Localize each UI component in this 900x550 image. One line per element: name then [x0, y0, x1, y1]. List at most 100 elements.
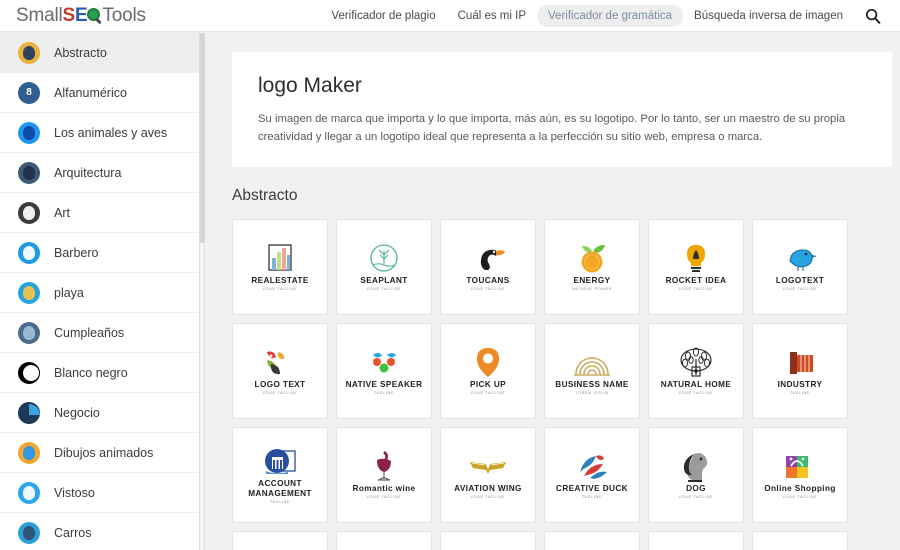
logo-tagline: YOUR TAGLINE	[782, 287, 818, 292]
map-pin-art	[466, 346, 510, 380]
art-icon	[18, 201, 40, 224]
sidebar-item-abstracto[interactable]: Abstracto	[0, 33, 199, 73]
logo-card[interactable]: PICK UP YOUR TAGLINE	[440, 322, 536, 419]
logo-card[interactable]	[648, 530, 744, 550]
sidebar-item-label: Abstracto	[54, 45, 107, 60]
logo-name: ENERGY	[573, 275, 611, 285]
logo-card[interactable]: TOUCANS YOUR TAGLINE	[440, 218, 536, 315]
logo-name: AVIATION WING	[454, 483, 522, 493]
nav-item-grammar[interactable]: Verificador de gramática	[537, 4, 684, 27]
nav-item-my-ip[interactable]: Cuál es mi IP	[447, 5, 537, 27]
sidebar-item-vistoso[interactable]: Vistoso	[0, 473, 199, 513]
page-title: logo Maker	[258, 74, 362, 97]
logo-tagline: YOUR TAGLINE	[470, 495, 506, 500]
alphanumeric-icon: 8	[18, 81, 40, 104]
sidebar-item-label: Vistoso	[54, 485, 95, 500]
logo-card[interactable]	[336, 530, 432, 550]
sidebar-item-label: Art	[54, 205, 70, 220]
sidebar-item-label: Negocio	[54, 405, 100, 420]
cars-icon	[18, 521, 40, 544]
logo-tagline: YOUR TAGLINE	[366, 287, 402, 292]
logo-card[interactable]: Online Shopping YOUR TAGLINE	[752, 426, 848, 523]
duck-swirl-art	[570, 450, 614, 484]
logo-name: DOG	[686, 483, 706, 493]
logo-card[interactable]	[232, 530, 328, 550]
logo-card[interactable]: NATURAL HOME YOUR TAGLINE	[648, 322, 744, 419]
sidebar-item-carros[interactable]: Carros	[0, 513, 199, 550]
search-icon[interactable]	[858, 1, 888, 31]
sidebar-item-label: playa	[54, 285, 84, 300]
blue-bird-art	[778, 242, 822, 276]
sidebar-item-label: Cumpleaños	[54, 325, 125, 340]
wings-art	[466, 450, 510, 484]
logo-tagline: YOUR TAGLINE	[470, 287, 506, 292]
sidebar-item-label: Dibujos animados	[54, 445, 154, 460]
abstract-icon	[18, 41, 40, 64]
nav-item-plagiarism[interactable]: Verificador de plagio	[320, 5, 446, 27]
logo-tagline: NATURAL POWER	[571, 287, 613, 292]
maze-arch-art	[570, 346, 614, 380]
brand-logo[interactable]: Small S E Tools	[16, 5, 146, 27]
sidebar-item-alfanum-rico[interactable]: 8 Alfanumérico	[0, 73, 199, 113]
logo-card[interactable]: LOGO TEXT YOUR TAGLINE	[232, 322, 328, 419]
logo-tagline: YOUR TAGLINE	[262, 391, 298, 396]
birthday-icon	[18, 321, 40, 344]
sidebar-item-label: Blanco negro	[54, 365, 128, 380]
logo-card[interactable]: REALESTATE YOUR TAGLINE	[232, 218, 328, 315]
architecture-icon	[18, 161, 40, 184]
category-sidebar[interactable]: Abstracto 8 Alfanumérico Los animales y ave…	[0, 33, 200, 550]
logo-card[interactable]: Romantic wine YOUR TAGLINE	[336, 426, 432, 523]
logo-card[interactable]: LOGOTEXT YOUR TAGLINE	[752, 218, 848, 315]
logo-card[interactable]: ROCKET IDEA YOUR TAGLINE	[648, 218, 744, 315]
logo-card[interactable]: NATIVE SPEAKER TAGLINE	[336, 322, 432, 419]
logo-card[interactable]: AVIATION WING YOUR TAGLINE	[440, 426, 536, 523]
logo-card[interactable]: DOG YOUR TAGLINE	[648, 426, 744, 523]
sidebar-item-cumplea-os[interactable]: Cumpleaños	[0, 313, 199, 353]
sidebar-item-label: Alfanumérico	[54, 85, 127, 100]
sidebar-item-label: Barbero	[54, 245, 99, 260]
logo-name: Romantic wine	[352, 483, 416, 493]
logo-name: TOUCANS	[466, 275, 510, 285]
logo-card[interactable]: CREATIVE DUCK TAGLINE	[544, 426, 640, 523]
logo-tagline: YOUR TAGLINE	[366, 495, 402, 500]
logo-tagline: TAGLINE	[789, 391, 810, 396]
logo-card[interactable]: ACCOUNT MANAGEMENT TAGLINE	[232, 426, 328, 523]
speech-dots-art	[362, 346, 406, 380]
logo-tagline: TAGLINE	[269, 500, 290, 505]
sidebar-scrollbar[interactable]	[200, 33, 205, 550]
logo-card[interactable]: INDUSTRY TAGLINE	[752, 322, 848, 419]
sidebar-item-art[interactable]: Art	[0, 193, 199, 233]
sidebar-item-blanco-negro[interactable]: Blanco negro	[0, 353, 199, 393]
logo-card[interactable]: SEAPLANT YOUR TAGLINE	[336, 218, 432, 315]
sidebar-item-playa[interactable]: playa	[0, 273, 199, 313]
logo-tagline: YOUR TAGLINE	[678, 287, 714, 292]
logo-name: NATURAL HOME	[660, 379, 732, 389]
logo-card[interactable]: BUSINESS NAME LOREM IPSUM	[544, 322, 640, 419]
nav-item-reverse-image[interactable]: Búsqueda inversa de imagen	[683, 5, 854, 27]
logo-name: CREATIVE DUCK	[556, 483, 628, 493]
logo-tagline: YOUR TAGLINE	[782, 495, 818, 500]
logo-card[interactable]	[440, 530, 536, 550]
sidebar-item-label: Carros	[54, 525, 92, 540]
brand-letter-e: E	[75, 4, 88, 26]
cartoon-icon	[18, 441, 40, 464]
logo-name: ACCOUNT MANAGEMENT	[248, 479, 312, 498]
sidebar-item-barbero[interactable]: Barbero	[0, 233, 199, 273]
dog-art	[674, 450, 718, 484]
main-content: logo Maker Su imagen de marca que import…	[206, 33, 900, 550]
logo-card[interactable]	[544, 530, 640, 550]
sidebar-item-los-animales-y-aves[interactable]: Los animales y aves	[0, 113, 199, 153]
brand-letter-s: S	[62, 4, 76, 26]
logo-card[interactable]	[752, 530, 848, 550]
sidebar-item-negocio[interactable]: Negocio	[0, 393, 199, 433]
intro-panel: logo Maker Su imagen de marca que import…	[232, 52, 892, 167]
sidebar-scroll-thumb[interactable]	[200, 33, 205, 243]
sidebar-item-arquitectura[interactable]: Arquitectura	[0, 153, 199, 193]
logo-name: INDUSTRY	[777, 379, 823, 389]
tree-circle-art	[362, 242, 406, 276]
logo-name: REALESTATE	[251, 275, 309, 285]
logo-card[interactable]: ENERGY NATURAL POWER	[544, 218, 640, 315]
wine-glass-art	[362, 450, 406, 484]
logo-name: BUSINESS NAME	[555, 379, 629, 389]
sidebar-item-dibujos-animados[interactable]: Dibujos animados	[0, 433, 199, 473]
